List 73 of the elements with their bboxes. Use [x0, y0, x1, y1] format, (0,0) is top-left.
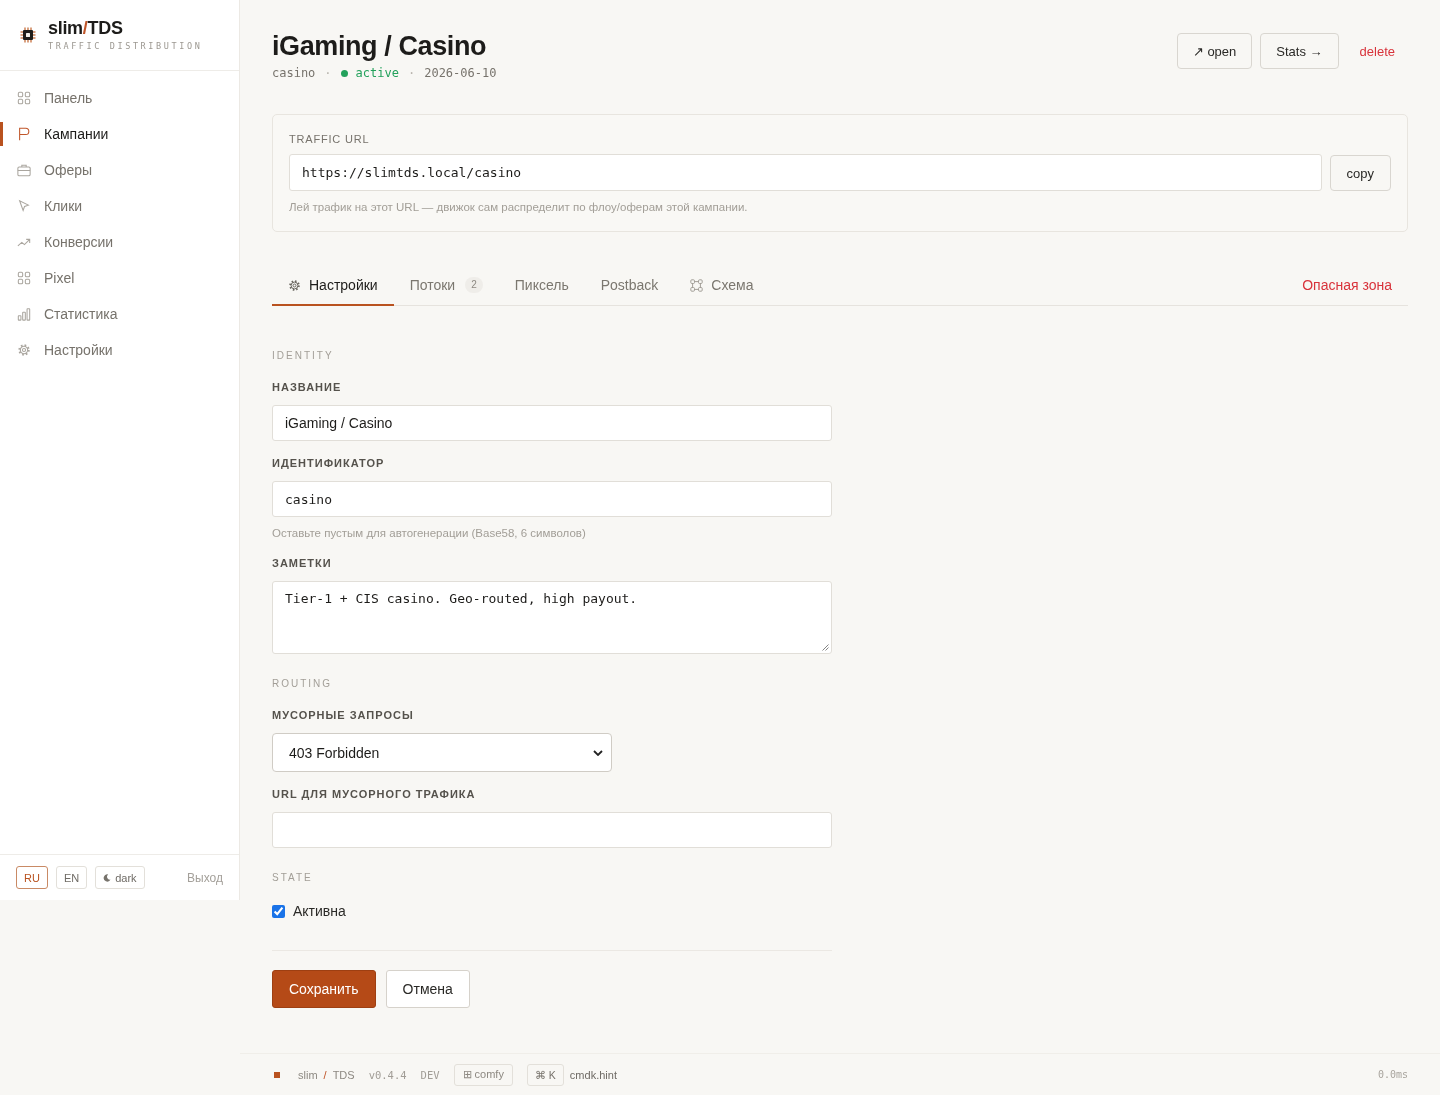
page-title: iGaming / Casino: [272, 30, 488, 63]
status-text: active: [355, 65, 399, 82]
section-heading: ROUTING: [272, 677, 334, 691]
meta-separator: ·: [407, 65, 416, 82]
section-heading: IDENTITY: [272, 349, 335, 363]
settings-icon: [17, 343, 31, 357]
count-badge: 2: [465, 277, 483, 293]
cursor-icon: [17, 199, 31, 213]
theme-button[interactable]: dark: [95, 866, 145, 889]
nav-item[interactable]: Оферы: [0, 152, 239, 188]
density-button[interactable]: ⊞ comfy: [453, 1063, 513, 1086]
version-text: v0.4.4: [368, 1068, 407, 1081]
url-field[interactable]: https://slimtds.local/casino: [289, 154, 1322, 191]
select-field[interactable]: 403 Forbidden: [272, 733, 612, 772]
logout-link[interactable]: Выход: [187, 870, 223, 885]
brand-name: slim/TDS: [48, 18, 123, 38]
env-text: DEV: [420, 1068, 440, 1081]
tab[interactable]: Настройки: [272, 266, 394, 306]
settings-icon: [288, 278, 301, 292]
brand-tagline: TRAFFIC DISTRIBUTION: [48, 40, 203, 52]
language-button[interactable]: EN: [55, 866, 88, 889]
field-label: НАЗВАНИЕ: [272, 380, 343, 395]
tab[interactable]: Postback: [584, 266, 675, 306]
field-label: ИДЕНТИФИКАТОР: [272, 456, 386, 471]
tab[interactable]: Пиксель: [498, 266, 585, 306]
field-label: TRAFFIC URL: [289, 132, 371, 147]
shortcut-key: ⌘ K: [526, 1063, 564, 1086]
bar-chart-icon: [17, 307, 31, 321]
tab[interactable]: Потоки 2: [393, 266, 499, 306]
tab[interactable]: Схема: [674, 266, 770, 306]
field-label: МУСОРНЫЕ ЗАПРОСЫ: [272, 708, 415, 723]
hint-text: Лей трафик на этот URL — движок сам распределит по флоу/оферам этой кампании.: [289, 200, 749, 215]
nav-item[interactable]: Конверсии: [0, 224, 239, 260]
nav-item[interactable]: Панель: [0, 80, 239, 116]
language-button[interactable]: RU: [16, 866, 48, 889]
cancel-button[interactable]: Отмена: [385, 970, 470, 1008]
square-icon: [274, 1071, 280, 1078]
checkbox[interactable]: [272, 904, 285, 918]
grid-icon: [17, 271, 31, 285]
save-button[interactable]: Сохранить: [272, 970, 376, 1008]
tab[interactable]: Опасная зона: [1286, 266, 1408, 306]
timing-text: 0.0ms: [1377, 1069, 1408, 1080]
moon-icon: [103, 873, 112, 882]
nav-item[interactable]: Клики: [0, 188, 239, 224]
resize-grip-icon: [821, 643, 829, 651]
copy-button[interactable]: copy: [1329, 155, 1391, 191]
caret-icon: [593, 749, 603, 756]
grid-icon: [17, 91, 31, 105]
field-label: ЗАМЕТКИ: [272, 556, 333, 571]
nav-item[interactable]: Статистика: [0, 296, 239, 332]
input-field[interactable]: casino: [272, 481, 832, 517]
input-field[interactable]: [272, 812, 832, 848]
meta-text: 2026-06-10: [424, 65, 497, 82]
nav-item[interactable]: Настройки: [0, 332, 239, 368]
textarea-field[interactable]: Tier-1 + CIS casino. Geo-routed, high payout.: [272, 581, 832, 654]
action-button[interactable]: Stats →: [1260, 33, 1339, 69]
meta-separator: ·: [324, 65, 332, 82]
shortcut-hint: cmdk.hint: [569, 1068, 617, 1081]
action-button[interactable]: ↗ open: [1176, 33, 1253, 69]
flag-icon: [17, 127, 31, 141]
input-field[interactable]: iGaming / Casino: [272, 405, 832, 441]
nodes-icon: [690, 278, 704, 292]
footer-brand: slim / TDS: [298, 1068, 355, 1081]
meta-text: casino: [272, 65, 316, 82]
checkbox-label[interactable]: Активна: [293, 903, 346, 919]
delete-button[interactable]: delete: [1346, 33, 1408, 69]
field-label: URL ДЛЯ МУСОРНОГО ТРАФИКА: [272, 787, 477, 802]
nav-item[interactable]: Pixel: [0, 260, 239, 296]
nav-item[interactable]: Кампании: [0, 116, 239, 152]
section-heading: STATE: [272, 871, 314, 885]
hint-text: Оставьте пустым для автогенерации (Base58, 6 символов): [272, 526, 587, 541]
briefcase-icon: [17, 163, 31, 177]
chip-logo-icon: [20, 27, 36, 43]
